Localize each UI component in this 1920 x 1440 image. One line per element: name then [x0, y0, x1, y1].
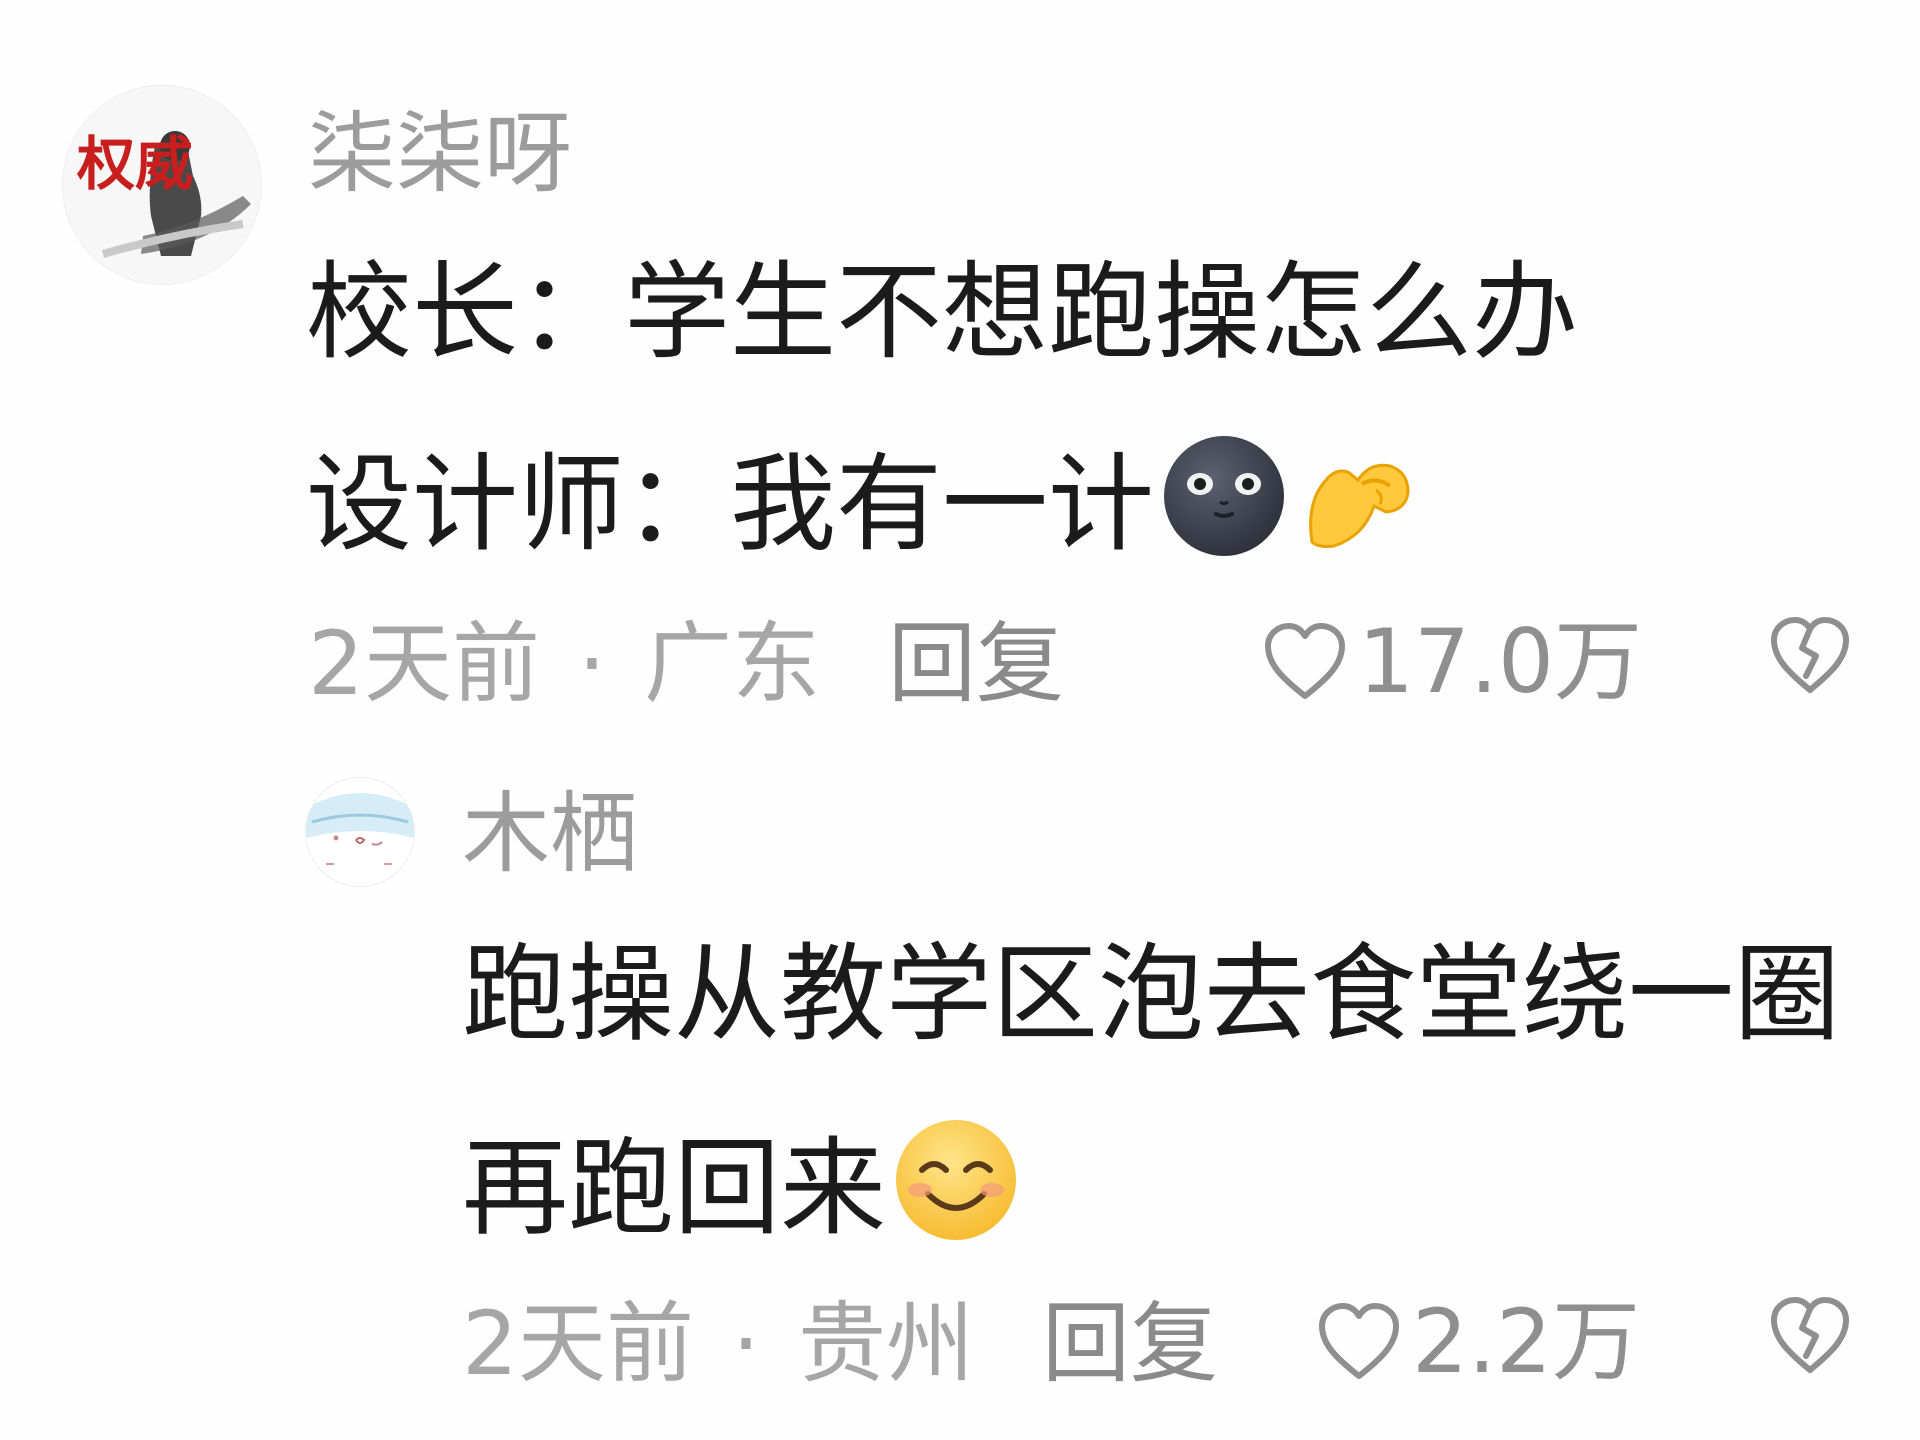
comment-text-line: 校长：学生不想跑操怎么办: [306, 260, 1578, 366]
flexed-biceps-icon: [1292, 432, 1420, 577]
avatar-image: 权威: [63, 86, 261, 284]
broken-heart-icon: [1771, 617, 1849, 693]
like-count: 2.2万: [1412, 1290, 1640, 1393]
new-moon-face-icon: [1160, 432, 1288, 577]
meta-separator: ·: [577, 612, 606, 715]
comment-meta: 2天前 · 广东: [308, 620, 820, 708]
dislike-button[interactable]: [1768, 1294, 1852, 1378]
comment-thread: 权威 柒柒呀 校长：学生不想跑操怎么办 设计师：我有一计 2天前 · 广东 回复…: [0, 0, 1920, 1440]
heart-outline-icon: [1262, 622, 1348, 702]
avatar[interactable]: 权威: [63, 86, 261, 284]
comment-location: 贵州: [797, 1292, 974, 1395]
avatar-logo-text: 权威: [76, 130, 193, 198]
meta-separator: ·: [731, 1292, 760, 1395]
comment-text: 校长：学生不想跑操怎么办: [306, 251, 1578, 374]
comment-location: 广东: [643, 612, 820, 715]
avatar-image: [306, 778, 414, 886]
like-button[interactable]: 2.2万: [1316, 1298, 1640, 1386]
like-button[interactable]: 17.0万: [1262, 618, 1642, 706]
comment-text-line: 再跑回来: [462, 1114, 1022, 1263]
comment-meta: 2天前 · 贵州: [462, 1300, 974, 1388]
avatar[interactable]: [306, 778, 414, 886]
comment-time: 2天前: [308, 612, 540, 715]
comment-item: 权威 柒柒呀 校长：学生不想跑操怎么办 设计师：我有一计 2天前 · 广东 回复…: [0, 0, 1920, 740]
comment-text: 跑操从教学区泡去食堂绕一圈: [462, 933, 1840, 1056]
comment-text: 再跑回来: [462, 1126, 886, 1250]
comment-text-line: 跑操从教学区泡去食堂绕一圈: [462, 942, 1840, 1048]
reply-button[interactable]: 回复: [1042, 1300, 1218, 1388]
username[interactable]: 柒柒呀: [308, 110, 572, 198]
comment-item: 木栖 跑操从教学区泡去食堂绕一圈 再跑回来 2天前 · 贵州 回复 2.2万: [0, 740, 1920, 1440]
reply-button[interactable]: 回复: [888, 620, 1064, 708]
comment-time: 2天前: [462, 1292, 694, 1395]
heart-outline-icon: [1316, 1302, 1402, 1382]
username[interactable]: 木栖: [462, 790, 638, 878]
comment-text-line: 设计师：我有一计: [306, 432, 1420, 577]
comment-text: 设计师：我有一计: [306, 442, 1154, 566]
smiling-face-with-smiling-eyes-icon: [890, 1114, 1022, 1263]
like-count: 17.0万: [1358, 610, 1642, 713]
broken-heart-icon: [1771, 1297, 1849, 1373]
dislike-button[interactable]: [1768, 614, 1852, 698]
